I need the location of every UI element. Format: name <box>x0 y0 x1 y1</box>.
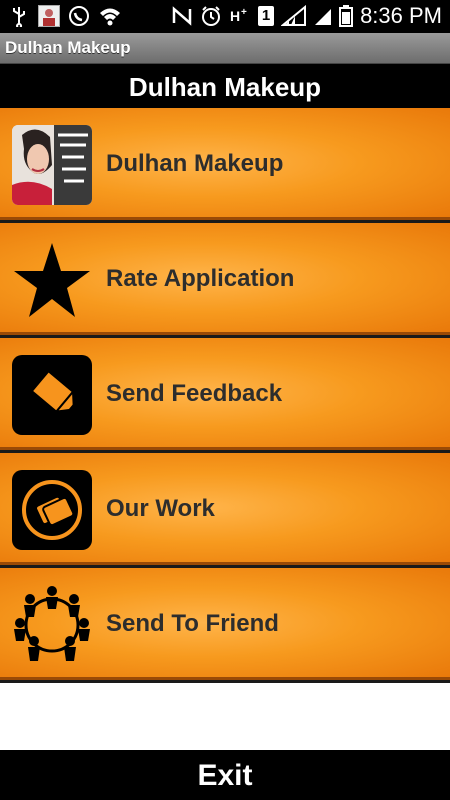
main-menu: Dulhan Makeup Rate Application Send Feed… <box>0 108 450 683</box>
page-header: Dulhan Makeup <box>0 64 450 108</box>
status-bar: H + 1 8:36 PM <box>0 0 450 33</box>
menu-item-rate-application[interactable]: Rate Application <box>0 223 450 335</box>
menu-item-label: Rate Application <box>106 265 295 292</box>
star-icon <box>12 240 92 320</box>
menu-item-dulhan-makeup[interactable]: Dulhan Makeup <box>0 108 450 220</box>
signal-icon <box>280 4 307 27</box>
menu-item-send-feedback[interactable]: Send Feedback <box>0 338 450 450</box>
notification-photo-icon <box>38 5 60 27</box>
app-title: Dulhan Makeup <box>5 38 131 57</box>
usb-icon <box>8 5 30 29</box>
clock: 8:36 PM <box>360 3 442 28</box>
menu-item-label: Send Feedback <box>106 380 283 407</box>
sim-slot-number: 1 <box>261 7 271 24</box>
empty-area <box>0 683 450 750</box>
pencil-icon <box>12 355 92 435</box>
app-title-bar: Dulhan Makeup <box>0 33 450 64</box>
battery-icon <box>339 5 354 27</box>
call-icon <box>68 5 90 27</box>
people-circle-icon <box>12 585 92 665</box>
svg-text:H: H <box>230 8 240 24</box>
exit-button[interactable]: Exit <box>0 750 450 800</box>
exit-label: Exit <box>197 759 253 792</box>
svg-text:+: + <box>241 7 247 18</box>
menu-item-label: Our Work <box>106 495 215 522</box>
nfc-icon <box>171 5 193 27</box>
menu-item-label: Send To Friend <box>106 610 279 637</box>
bride-thumbnail-icon <box>12 125 92 205</box>
menu-item-send-to-friend[interactable]: Send To Friend <box>0 568 450 680</box>
menu-item-label: Dulhan Makeup <box>106 150 284 177</box>
cards-icon <box>12 470 92 550</box>
wifi-icon <box>98 5 120 27</box>
alarm-icon <box>200 5 222 27</box>
menu-item-our-work[interactable]: Our Work <box>0 453 450 565</box>
sim-icon: 1 <box>258 6 275 26</box>
page-title: Dulhan Makeup <box>128 72 322 102</box>
hplus-icon: H + <box>229 5 251 27</box>
signal-icon-2 <box>314 5 332 27</box>
